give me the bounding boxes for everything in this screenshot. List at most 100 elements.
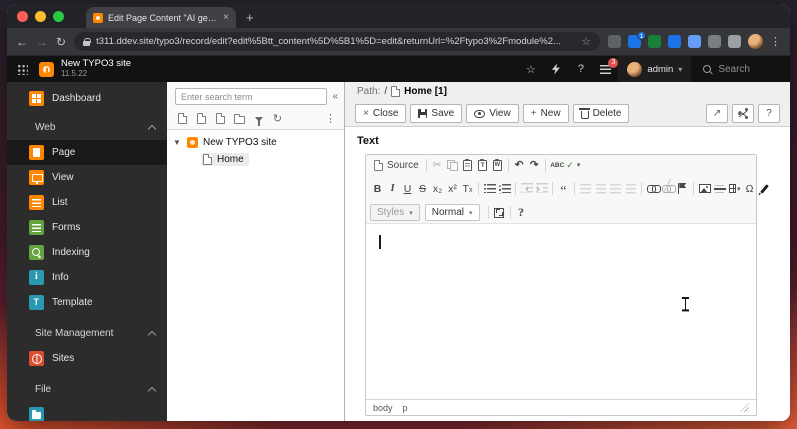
typo3-logo[interactable] xyxy=(39,61,54,77)
link-button[interactable] xyxy=(645,181,661,197)
new-shortcut-page-icon[interactable] xyxy=(195,112,208,125)
browser-profile-avatar[interactable] xyxy=(748,34,763,49)
share-button[interactable] xyxy=(732,104,754,123)
extension-icon-5[interactable] xyxy=(688,35,701,48)
about-button[interactable]: ? xyxy=(514,205,529,221)
format-dropdown[interactable]: Normal ▾ xyxy=(424,204,480,221)
bookmark-star-icon[interactable]: ☆ xyxy=(581,35,591,48)
refresh-tree-icon[interactable]: ↻ xyxy=(271,112,284,125)
url-omnibox[interactable]: t311.ddev.site/typo3/record/edit?edit%5B… xyxy=(74,32,600,51)
subscript-button[interactable]: x₂ xyxy=(430,181,445,197)
sidebar-item-page[interactable]: Page xyxy=(7,140,167,165)
back-icon[interactable]: ← xyxy=(16,35,28,49)
sidebar-item-list[interactable]: List xyxy=(7,190,167,215)
element-path-p[interactable]: p xyxy=(403,403,408,413)
maximize-button[interactable] xyxy=(492,205,507,221)
superscript-button[interactable]: x² xyxy=(445,181,460,197)
new-button[interactable]: + New xyxy=(522,104,569,123)
new-page-icon[interactable] xyxy=(176,112,189,125)
align-left-button[interactable] xyxy=(578,181,593,197)
copy-button[interactable] xyxy=(445,157,460,173)
bold-button[interactable]: B xyxy=(370,181,385,197)
extension-icon-1[interactable] xyxy=(608,35,621,48)
spellcheck-button[interactable]: ABC ✓ ▾ xyxy=(549,157,582,173)
user-menu[interactable]: admin ▾ xyxy=(618,56,692,82)
forward-icon[interactable]: → xyxy=(36,35,48,49)
rte-editing-area[interactable] xyxy=(366,223,756,399)
delete-button[interactable]: Delete xyxy=(572,104,630,123)
source-button[interactable]: Source xyxy=(370,157,423,173)
fullscreen-window-button[interactable] xyxy=(53,10,64,22)
module-menu-toggle[interactable] xyxy=(7,56,37,82)
resize-handle[interactable] xyxy=(740,403,749,412)
sidebar-item-forms[interactable]: Forms xyxy=(7,215,167,240)
view-button[interactable]: View xyxy=(466,104,519,123)
align-center-button[interactable] xyxy=(593,181,608,197)
bookmark-icon[interactable]: ☆ xyxy=(518,56,543,82)
remove-format-button[interactable]: Tx xyxy=(460,181,475,197)
puzzle-extension-icon[interactable] xyxy=(728,35,741,48)
outdent-button[interactable] xyxy=(519,181,534,197)
extension-icon-4[interactable] xyxy=(668,35,681,48)
tab-close-icon[interactable]: × xyxy=(223,12,229,23)
anchor-button[interactable] xyxy=(675,181,690,197)
italic-button[interactable]: I xyxy=(385,181,400,197)
unlink-button[interactable] xyxy=(660,178,676,197)
sidebar-item-template[interactable]: Template xyxy=(7,290,167,315)
horizontal-rule-button[interactable] xyxy=(712,181,727,197)
bulleted-list-button[interactable] xyxy=(497,181,512,197)
new-folder-icon[interactable] xyxy=(233,112,246,125)
sidebar-item-info[interactable]: Info xyxy=(7,265,167,290)
browser-tab[interactable]: Edit Page Content "AI generate... × xyxy=(86,7,236,28)
close-button[interactable]: × Close xyxy=(355,104,407,123)
docheader-help-button[interactable]: ? xyxy=(758,104,780,123)
underline-button[interactable]: U xyxy=(400,181,415,197)
sidebar-item-partial[interactable] xyxy=(7,402,167,421)
filter-icon[interactable] xyxy=(252,112,265,126)
tree-expand-icon[interactable]: ▼ xyxy=(173,138,182,147)
blockquote-button[interactable]: “ xyxy=(556,184,571,200)
extension-icon-3[interactable] xyxy=(648,35,661,48)
save-button[interactable]: Save xyxy=(410,104,463,123)
paste-text-button[interactable] xyxy=(475,157,490,173)
sidebar-section-site-management[interactable]: Site Management xyxy=(7,321,167,346)
styles-dropdown[interactable]: Styles ▾ xyxy=(370,204,420,221)
sidebar-item-indexing[interactable]: Indexing xyxy=(7,240,167,265)
sidebar-item-dashboard[interactable]: Dashboard xyxy=(7,86,167,111)
redo-button[interactable]: ↷ xyxy=(527,157,542,173)
undo-button[interactable]: ↶ xyxy=(512,157,527,173)
tree-row-root[interactable]: ▼ New TYPO3 site xyxy=(167,134,344,151)
tree-more-icon[interactable]: ⋮ xyxy=(325,112,336,125)
close-window-button[interactable] xyxy=(17,10,28,22)
minimize-window-button[interactable] xyxy=(35,10,46,22)
paste-button[interactable] xyxy=(460,157,475,173)
sidebar-item-view[interactable]: View xyxy=(7,165,167,190)
collapse-tree-icon[interactable]: « xyxy=(332,91,338,102)
extension-icon-2[interactable]: 1 xyxy=(628,31,646,48)
tree-search-input[interactable] xyxy=(175,88,328,105)
image-button[interactable] xyxy=(697,181,712,197)
special-char-button[interactable]: Ω xyxy=(742,181,757,197)
sidebar-section-file[interactable]: File xyxy=(7,377,167,402)
align-right-button[interactable] xyxy=(608,181,623,197)
numbered-list-button[interactable] xyxy=(482,181,497,197)
align-justify-button[interactable] xyxy=(623,181,638,197)
topbar-search[interactable]: Search xyxy=(691,56,790,82)
browser-menu-icon[interactable]: ⋮ xyxy=(770,35,781,48)
table-button[interactable]: ▾ xyxy=(727,181,742,197)
new-tab-button[interactable]: + xyxy=(246,10,254,25)
tree-row-home[interactable]: Home xyxy=(167,151,344,168)
system-information-icon[interactable]: 3 xyxy=(593,56,619,82)
help-icon[interactable]: ? xyxy=(568,56,593,82)
open-new-window-button[interactable]: ↗ xyxy=(706,104,728,123)
indent-button[interactable] xyxy=(534,181,549,197)
paste-word-button[interactable] xyxy=(490,157,505,173)
extension-icon-6[interactable] xyxy=(708,35,721,48)
reload-icon[interactable]: ↻ xyxy=(56,35,66,49)
sidebar-item-sites[interactable]: Sites xyxy=(7,346,167,371)
new-link-page-icon[interactable] xyxy=(214,112,227,125)
sidebar-section-web[interactable]: Web xyxy=(7,115,167,140)
flush-cache-icon[interactable] xyxy=(543,56,568,82)
element-path-body[interactable]: body xyxy=(373,403,393,413)
strikethrough-button[interactable]: S xyxy=(415,181,430,197)
